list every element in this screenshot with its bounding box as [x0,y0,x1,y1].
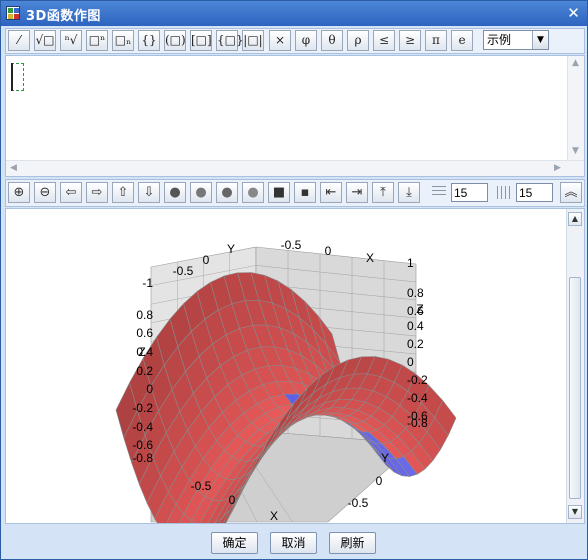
x-tick-top: 0 [325,244,332,258]
z-tick-left: -0.8 [132,451,153,465]
shade-smooth-button[interactable]: ● [190,182,212,203]
z-tick-right: -0.4 [407,391,428,405]
example-select-value: 示例 [487,33,512,47]
y-tick-front: -0.5 [348,496,369,510]
zoom-in-button[interactable]: ⊕ [8,182,30,203]
z-tick-right: 0 [407,355,414,369]
scroll-left-icon[interactable]: ◀ [10,163,17,173]
pan-left-button[interactable]: ⇦ [60,182,82,203]
scroll-down-icon[interactable]: ▼ [572,146,579,156]
z-tick-right: 1 [407,256,414,270]
plot-scroll-thumb[interactable] [569,277,581,499]
button-bar: 确定 取消 刷新 [1,524,587,559]
x-tick-top: -0.5 [281,238,302,252]
y-tick-front: 0 [376,474,383,488]
z-tick-right: 0.4 [407,319,424,333]
pan-right-button[interactable]: ⇨ [86,182,108,203]
shrink-x-button[interactable]: ⇤ [320,182,342,203]
shade-wire-button[interactable]: ● [242,182,264,203]
z-tick-right: 0.8 [407,286,424,300]
shade-gouraud-button[interactable]: ● [216,182,238,203]
small-box-button[interactable]: ▪ [294,182,316,203]
z-tick-left: -0.2 [132,401,153,415]
z-tick-right: 0.2 [407,337,424,351]
example-select[interactable]: 示例 ▼ [483,30,549,50]
superscript-button[interactable]: □ⁿ [86,30,108,51]
window-title: 3D函数作图 [26,9,101,24]
z-tick-left: -0.4 [132,420,153,434]
expand-x-button[interactable]: ⇥ [346,182,368,203]
pan-up-button[interactable]: ⇧ [112,182,134,203]
x-tick-front: 0 [229,493,236,507]
z-tick-left: 0.2 [136,364,153,378]
plot-vertical-scrollbar[interactable]: ▲ ▼ [566,209,584,523]
times-button[interactable]: × [269,30,291,51]
app-icon [6,6,20,20]
box-view-button[interactable]: ■ [268,182,290,203]
scroll-up-icon[interactable]: ▲ [572,58,579,68]
chevron-down-icon[interactable]: ▼ [532,31,548,49]
dialog-window: 3D函数作图 ✕ ⁄ √□ ⁿ√ □ⁿ □ₙ{} (□) [□] {□} |□| × φ θ ρ ≤ ≥ π e… [0,0,588,560]
shrink-z-button[interactable]: ⤒ [372,182,394,203]
rows-input[interactable] [451,183,488,202]
braces-button[interactable]: {□} [216,30,244,51]
z-tick-left: 0.8 [136,308,153,322]
title-bar[interactable]: 3D函数作图 ✕ [1,1,587,26]
y-axis-label-front: Y [381,451,389,465]
close-icon[interactable]: ✕ [564,4,583,23]
plot-scroll-down-icon[interactable]: ▼ [568,505,582,519]
shade-flat-button[interactable]: ● [164,182,186,203]
absolute-button[interactable]: |□| [242,30,264,51]
subscript-button[interactable]: □ₙ [112,30,134,51]
x-axis-label: X [366,251,374,265]
z-tick-left: 0.6 [136,326,153,340]
columns-icon [497,186,511,199]
formula-toolbar: ⁄ √□ ⁿ√ □ⁿ □ₙ{} (□) [□] {□} |□| × φ θ ρ ≤ ≥ π e 示例 ▼ [5,28,585,54]
collapse-button[interactable]: ︽ [560,182,582,203]
plot-area[interactable]: -1 0.8 0.6 0.4 0.2 0 -0.2 -0.4 -0.6 -0.8 Z 1 0.8 0.6 0… [5,208,585,524]
e-button[interactable]: e [451,30,473,51]
surface-plot[interactable]: -10.80.60.40.20-0.2-0.4-0.6-0.8Z10.80.60… [6,209,566,523]
pan-down-button[interactable]: ⇩ [138,182,160,203]
columns-input[interactable] [516,183,553,202]
z-tick-left: -0.6 [132,438,153,452]
rho-button[interactable]: ρ [347,30,369,51]
pi-button[interactable]: π [425,30,447,51]
sqrt-button[interactable]: √□ [34,30,56,51]
nth-root-button[interactable]: ⁿ√ [60,30,82,51]
z-tick-right: -0.8 [407,416,428,430]
z-axis-label-left: Z [138,345,145,359]
brackets-button[interactable]: [□] [190,30,212,51]
phi-button[interactable]: φ [295,30,317,51]
brace-button[interactable]: {} [138,30,160,51]
scroll-right-icon[interactable]: ▶ [554,163,561,173]
plot-scroll-up-icon[interactable]: ▲ [568,212,582,226]
y-tick-top: 0 [203,253,210,267]
fraction-button[interactable]: ⁄ [8,30,30,51]
cancel-button[interactable]: 取消 [270,532,317,554]
less-equal-button[interactable]: ≤ [373,30,395,51]
text-cursor [11,63,13,91]
editor-horizontal-scrollbar[interactable]: ◀ ▶ [6,160,584,176]
z-tick-right: -0.2 [407,373,428,387]
x-axis-label-front: X [270,509,278,523]
theta-button[interactable]: θ [321,30,343,51]
z-tick-left: 0 [146,382,153,396]
rows-icon [432,186,446,198]
x-tick-front: -0.5 [191,479,212,493]
editor-vertical-scrollbar[interactable]: ▲ ▼ [567,56,584,160]
y-axis-label: Y [227,242,235,256]
parentheses-button[interactable]: (□) [164,30,186,51]
greater-equal-button[interactable]: ≥ [399,30,421,51]
ok-button[interactable]: 确定 [211,532,258,554]
expand-z-button[interactable]: ⤓ [398,182,420,203]
z-axis-label-right: Z [416,302,423,316]
refresh-button[interactable]: 刷新 [329,532,376,554]
zoom-out-button[interactable]: ⊖ [34,182,56,203]
z-tick-left: -1 [142,276,153,290]
view-toolbar: ︽ ⊕⊖⇦⇨⇧⇩●●●●■▪⇤⇥⤒⤓ [5,179,585,207]
y-tick-top: -0.5 [173,264,194,278]
formula-editor[interactable]: ▲ ▼ ◀ ▶ [5,55,585,177]
